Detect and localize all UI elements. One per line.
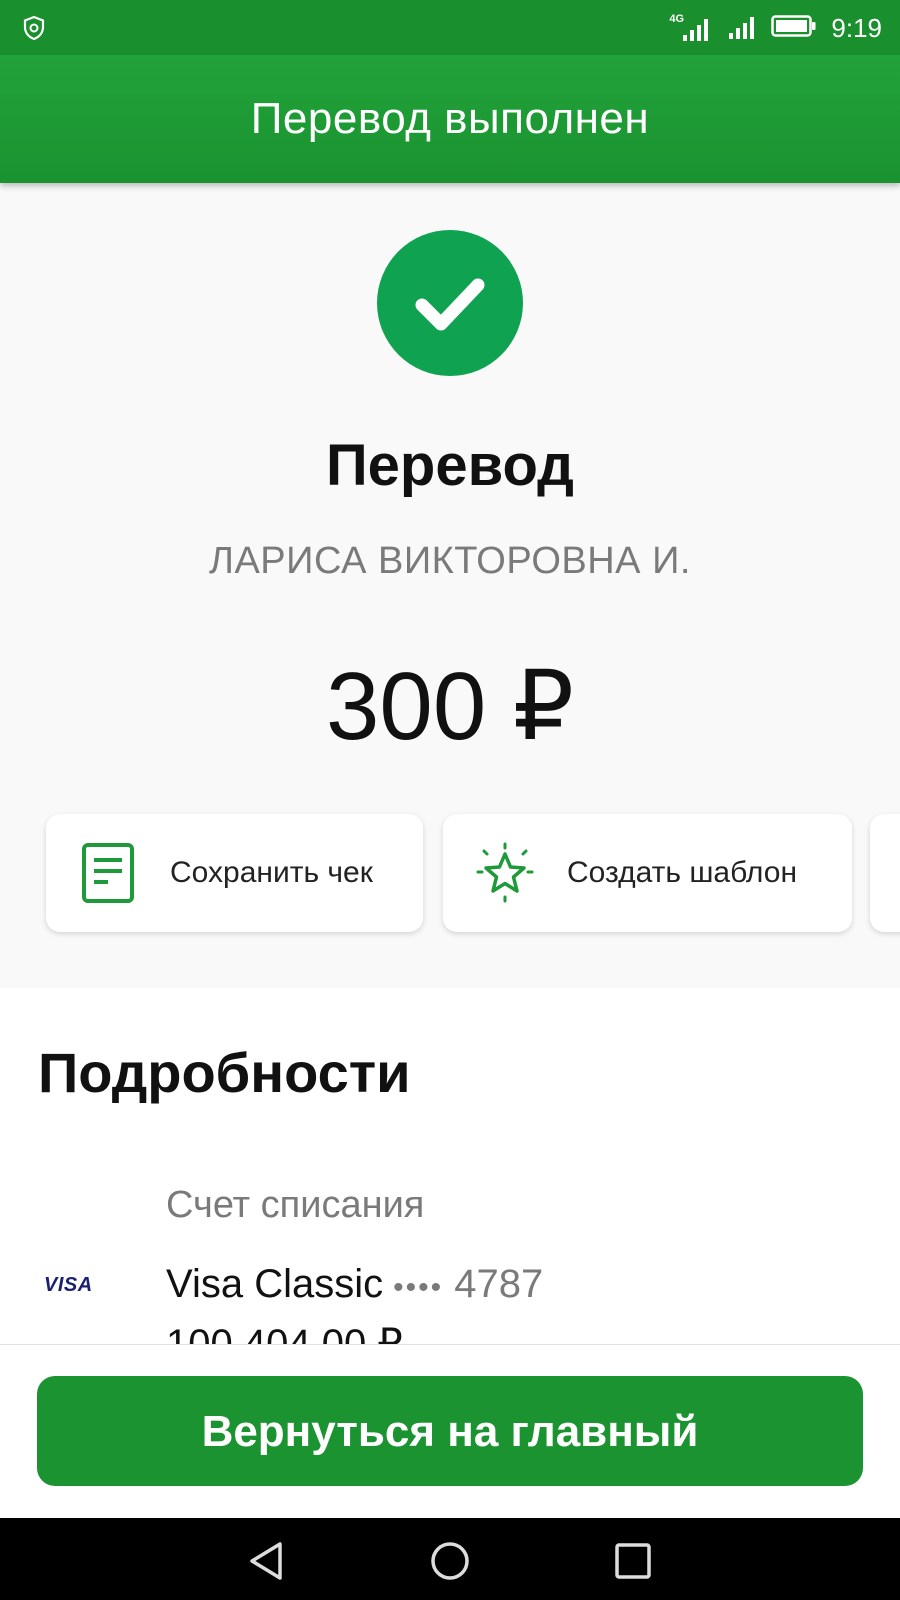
signal-4g-icon: 4G (669, 13, 713, 43)
star-icon (475, 842, 535, 904)
transfer-title: Перевод (325, 433, 574, 498)
signal-icon (727, 11, 757, 46)
visa-logo: VISA (44, 1274, 93, 1296)
shield-icon (20, 14, 48, 42)
save-receipt-label: Сохранить чек (170, 856, 373, 889)
card-balance: 100 404,00 ₽ (166, 1324, 403, 1344)
home-icon[interactable] (425, 1536, 475, 1586)
bottom-panel: Вернуться на главный (0, 1344, 900, 1519)
details-title: Подробности (38, 1041, 411, 1104)
details-section: Подробности Счет списания VISA Visa Clas… (0, 988, 900, 1344)
transfer-amount: 300 ₽ (326, 653, 574, 760)
create-template-label: Создать шаблон (567, 856, 798, 889)
account-label: Счет списания (166, 1184, 425, 1226)
status-bar: 4G 9:19 (0, 0, 900, 55)
success-badge (377, 230, 523, 376)
receipt-icon (78, 842, 138, 904)
back-icon[interactable] (244, 1536, 294, 1586)
system-nav-bar (0, 1518, 900, 1600)
create-template-button[interactable]: Создать шаблон (443, 814, 852, 932)
card-name: Visa Classic (166, 1262, 384, 1306)
checkmark-icon (415, 278, 485, 331)
save-receipt-button[interactable]: Сохранить чек (46, 814, 423, 932)
clock: 9:19 (831, 12, 882, 43)
card-mask: •••• (393, 1271, 444, 1304)
debit-card[interactable]: Visa Classic •••• 4787 (166, 1262, 543, 1307)
recent-apps-icon[interactable] (608, 1536, 658, 1586)
more-action-card[interactable] (870, 814, 900, 932)
return-home-button[interactable]: Вернуться на главный (37, 1376, 863, 1486)
recipient-name: ЛАРИСА ВИКТОРОВНА И. (209, 540, 691, 582)
app-bar: Перевод выполнен (0, 55, 900, 183)
card-last4: 4787 (454, 1262, 544, 1306)
page-title: Перевод выполнен (250, 94, 650, 143)
battery-icon (771, 13, 817, 44)
